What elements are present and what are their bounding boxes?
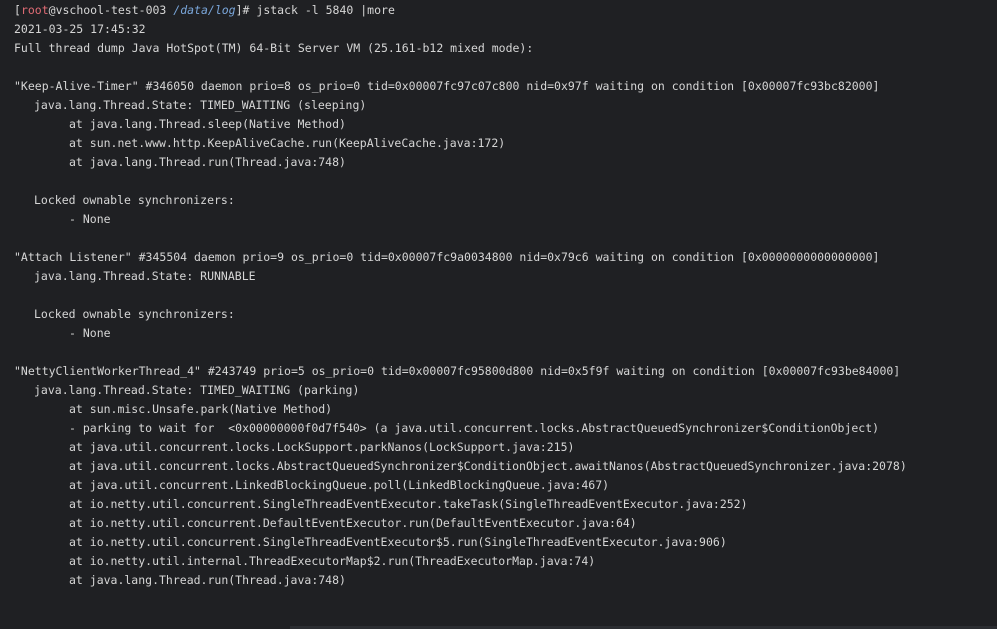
stack-frame-line: at java.lang.Thread.run(Thread.java:748) (69, 155, 346, 169)
thread-header-keep-alive-timer: "Keep-Alive-Timer" #346050 daemon prio=8… (14, 79, 880, 93)
locked-synchronizers-label: Locked ownable synchronizers: (34, 193, 235, 207)
parking-info-line: - parking to wait for <0x00000000f0d7f54… (69, 421, 880, 435)
dump-header-line: Full thread dump Java HotSpot(TM) 64-Bit… (14, 41, 534, 55)
timestamp-line: 2021-03-25 17:45:32 (14, 22, 146, 36)
prompt-host: @vschool-test-003 (48, 3, 167, 17)
thread-header-attach-listener: "Attach Listener" #345504 daemon prio=9 … (14, 250, 880, 264)
shell-prompt-line: [root@vschool-test-003 /data/log]# jstac… (14, 1, 395, 20)
stack-frame-line: at java.util.concurrent.locks.AbstractQu… (69, 459, 907, 473)
stack-frame-line: at java.lang.Thread.sleep(Native Method) (69, 117, 346, 131)
prompt-hash: # (242, 3, 257, 17)
locked-synchronizers-label: Locked ownable synchronizers: (34, 307, 235, 321)
locked-synchronizers-none: - None (69, 212, 111, 226)
thread-header-netty-client-worker: "NettyClientWorkerThread_4" #243749 prio… (14, 364, 901, 378)
prompt-user: root (20, 3, 49, 17)
stack-frame-line: at io.netty.util.concurrent.SingleThread… (69, 535, 727, 549)
stack-frame-line: at sun.misc.Unsafe.park(Native Method) (69, 402, 333, 416)
thread-state-line: java.lang.Thread.State: RUNNABLE (34, 269, 256, 283)
thread-state-line: java.lang.Thread.State: TIMED_WAITING (p… (34, 383, 360, 397)
stack-frame-line: at sun.net.www.http.KeepAliveCache.run(K… (69, 136, 506, 150)
prompt-close-bracket: ] (235, 3, 243, 17)
stack-frame-line: at io.netty.util.concurrent.SingleThread… (69, 497, 748, 511)
stack-frame-line: at io.netty.util.internal.ThreadExecutor… (69, 554, 596, 568)
prompt-path: /data/log (173, 3, 236, 17)
stack-frame-line: at java.util.concurrent.LinkedBlockingQu… (69, 478, 610, 492)
thread-state-line: java.lang.Thread.State: TIMED_WAITING (s… (34, 98, 367, 112)
stack-frame-line: at java.util.concurrent.locks.LockSuppor… (69, 440, 575, 454)
prompt-open-bracket: [ (14, 3, 21, 17)
stack-frame-line: at io.netty.util.concurrent.DefaultEvent… (69, 516, 637, 530)
locked-synchronizers-none: - None (69, 326, 111, 340)
stack-frame-line: at java.lang.Thread.run(Thread.java:748) (69, 573, 346, 587)
terminal-window[interactable]: [root@vschool-test-003 /data/log]# jstac… (0, 0, 997, 629)
command-text: jstack -l 5840 |more (256, 3, 395, 17)
